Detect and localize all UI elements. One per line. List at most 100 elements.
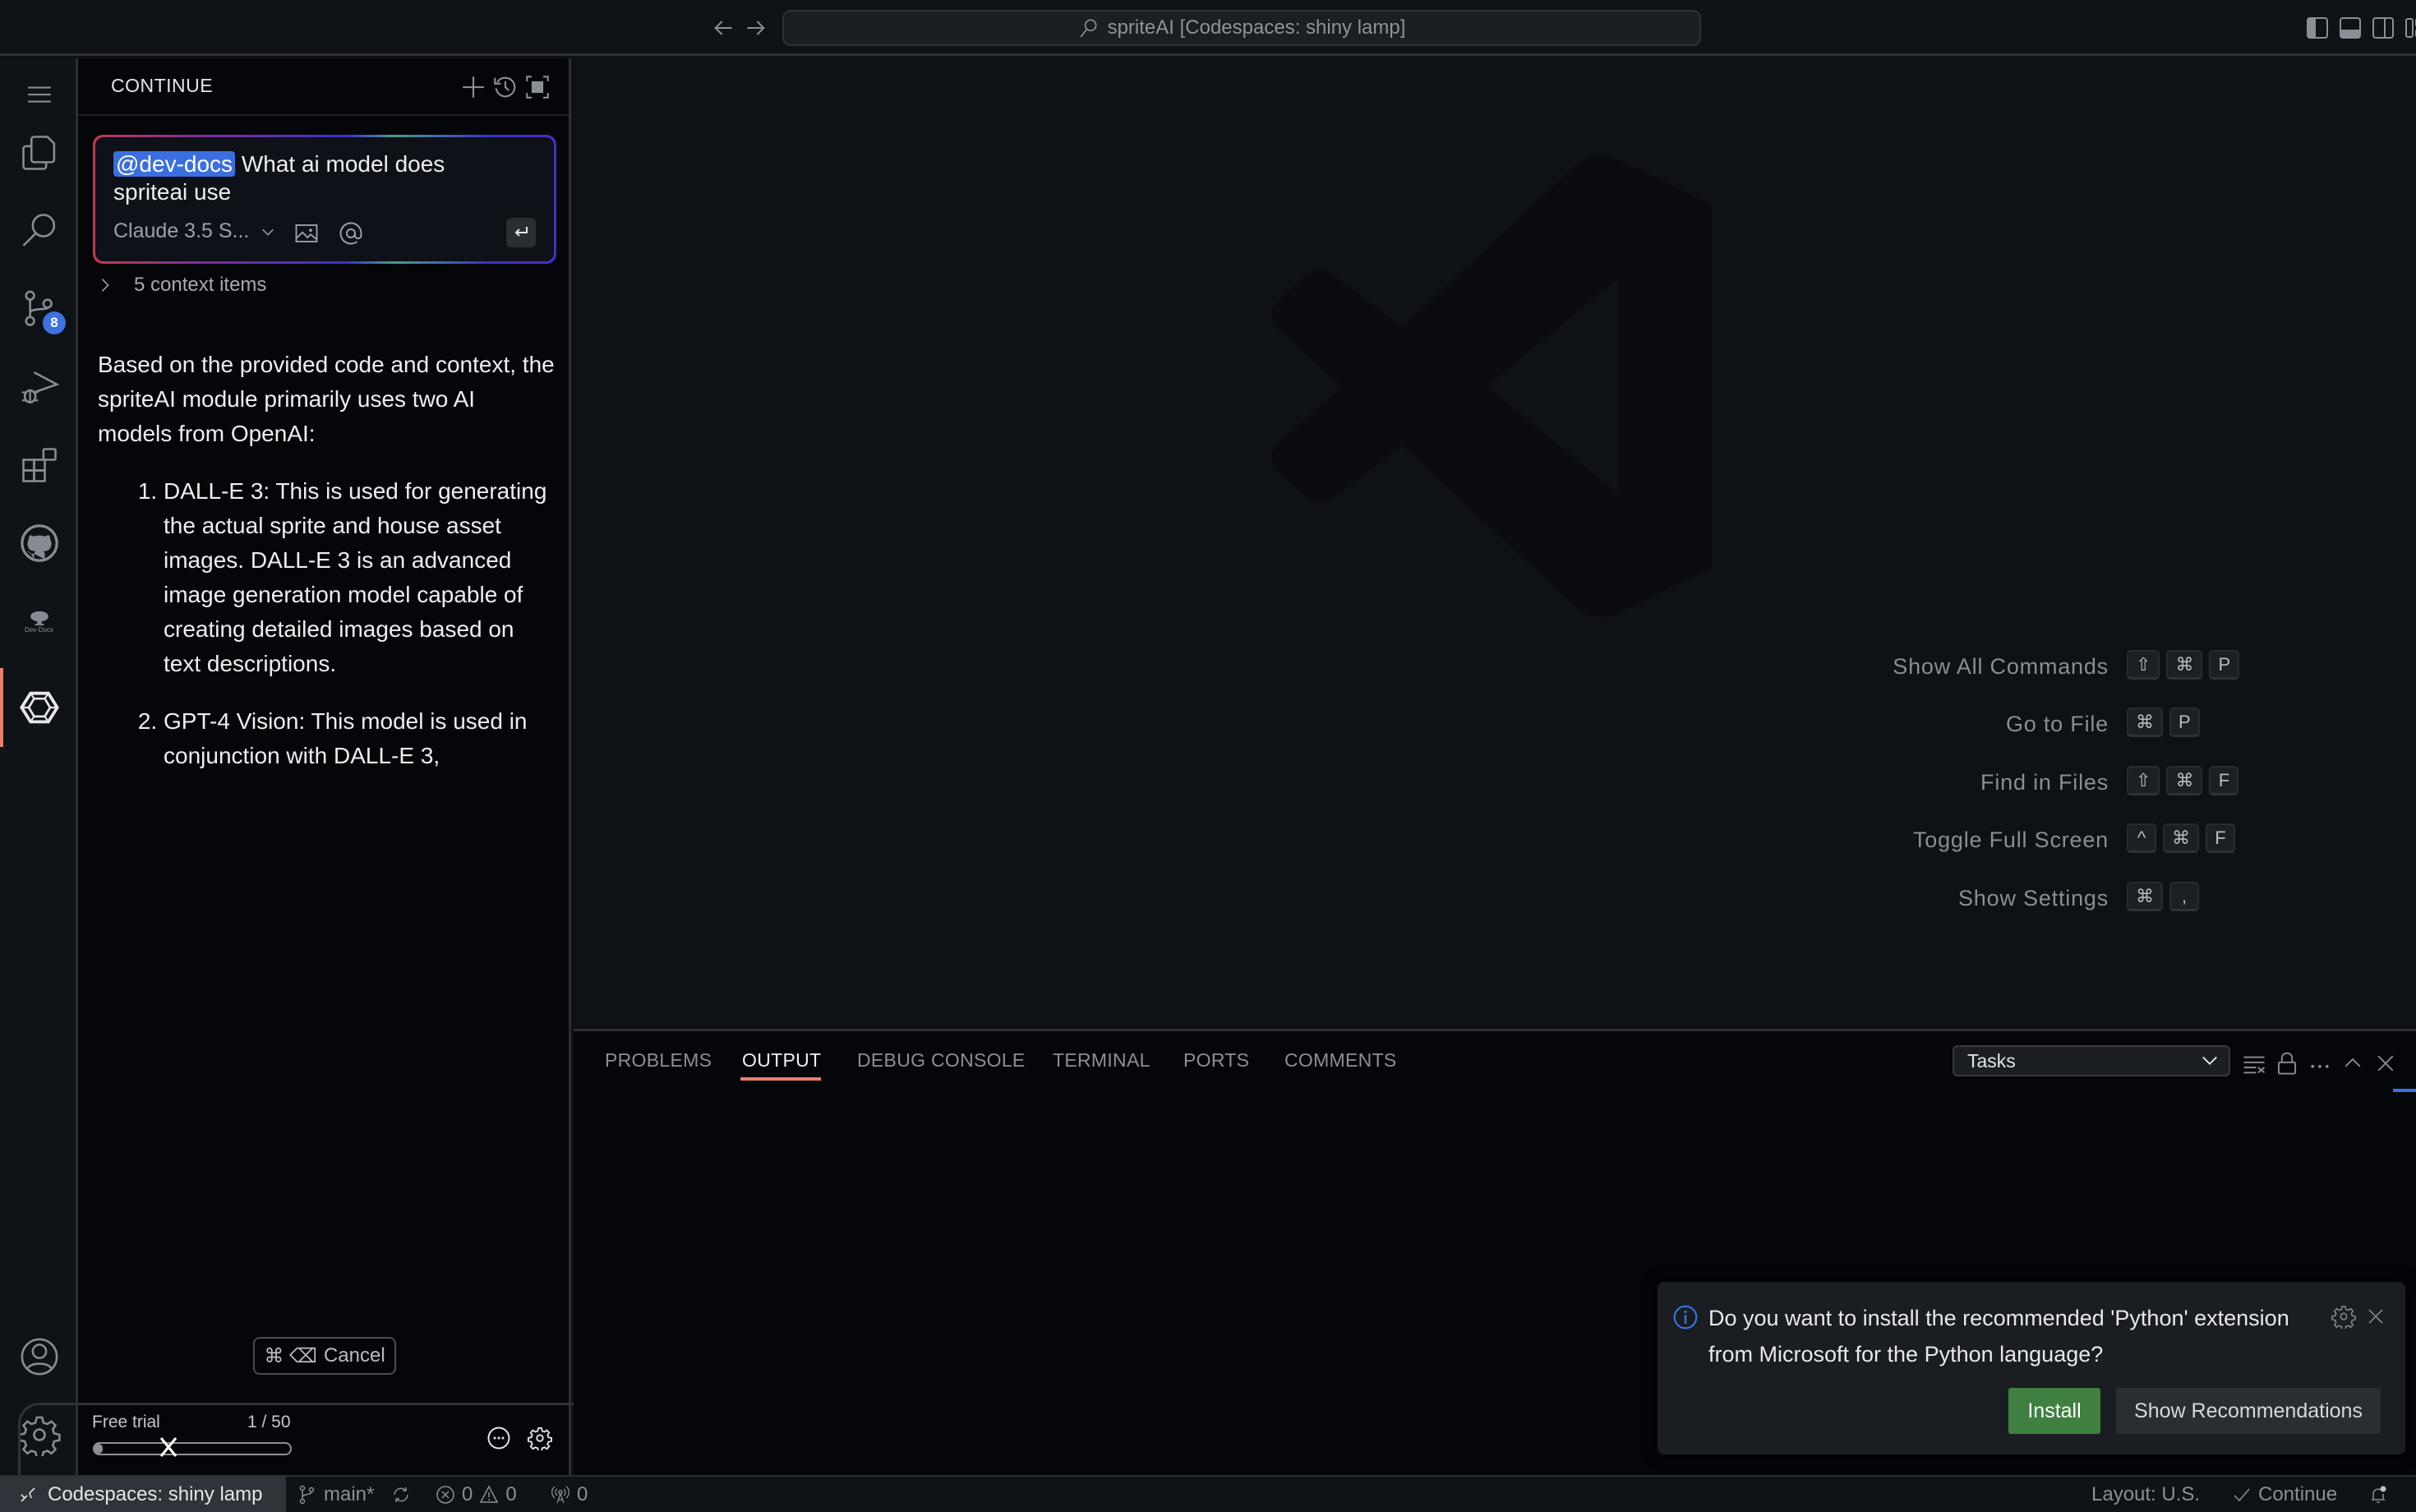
output-channel-select[interactable]: Tasks bbox=[1953, 1045, 2230, 1076]
fullscreen-button[interactable] bbox=[523, 73, 551, 101]
notification-close-button[interactable] bbox=[2366, 1307, 2386, 1326]
free-trial-progress bbox=[93, 1442, 292, 1455]
menu-button[interactable] bbox=[0, 66, 78, 123]
shortcut-find-in-files[interactable]: Find in Files ⇧ ⌘ F bbox=[574, 766, 2239, 799]
source-control-badge: 8 bbox=[43, 311, 66, 334]
output-channel-value: Tasks bbox=[1967, 1050, 2016, 1072]
install-button[interactable]: Install bbox=[2008, 1388, 2100, 1434]
dev-docs-icon bbox=[30, 611, 48, 625]
close-panel-button[interactable] bbox=[2373, 1051, 2398, 1076]
shortcut-toggle-full-screen[interactable]: Toggle Full Screen ^ ⌘ F bbox=[574, 823, 2235, 856]
dev-docs-label: Dev-Docs bbox=[24, 625, 54, 634]
account-icon bbox=[21, 1338, 58, 1376]
hamburger-icon bbox=[27, 86, 51, 103]
new-session-button[interactable] bbox=[459, 73, 487, 101]
more-icon bbox=[2311, 1064, 2329, 1068]
continue-status[interactable]: Continue bbox=[2232, 1477, 2337, 1512]
activity-dev-docs[interactable]: Dev-Docs bbox=[0, 584, 78, 658]
fullscreen-icon bbox=[526, 76, 549, 99]
history-icon bbox=[494, 76, 516, 98]
activity-explorer[interactable] bbox=[0, 116, 78, 190]
key-cap: P bbox=[2169, 708, 2200, 737]
broadcast-icon bbox=[551, 1485, 569, 1503]
activity-extensions[interactable] bbox=[0, 428, 78, 502]
chevron-down-icon bbox=[2202, 1056, 2217, 1065]
remote-icon bbox=[21, 1487, 35, 1502]
forward-button[interactable] bbox=[743, 15, 769, 41]
activity-continue[interactable] bbox=[0, 671, 78, 744]
more-options-button[interactable] bbox=[486, 1426, 511, 1450]
shortcut-keys: ⌘ , bbox=[2127, 882, 2199, 911]
history-button[interactable] bbox=[491, 73, 519, 101]
toggle-primary-sidebar-button[interactable] bbox=[2306, 16, 2329, 39]
continue-icon bbox=[19, 691, 59, 724]
cancel-button[interactable]: ⌘ ⌫ Cancel bbox=[253, 1337, 396, 1375]
back-button[interactable] bbox=[710, 15, 736, 41]
tab-terminal[interactable]: TERMINAL bbox=[1053, 1049, 1150, 1072]
key-cap: ⌘ bbox=[2127, 708, 2163, 737]
chevron-down-icon bbox=[262, 228, 274, 236]
activity-search[interactable] bbox=[0, 194, 78, 268]
activity-run-debug[interactable] bbox=[0, 350, 78, 424]
show-recommendations-button[interactable]: Show Recommendations bbox=[2116, 1388, 2381, 1434]
activity-source-control[interactable]: 8 bbox=[0, 272, 78, 346]
more-actions-button[interactable] bbox=[2308, 1051, 2332, 1076]
activity-accounts[interactable] bbox=[0, 1320, 78, 1394]
search-icon bbox=[22, 214, 55, 247]
toggle-panel-icon bbox=[2340, 17, 2361, 39]
shortcut-show-all-commands[interactable]: Show All Commands ⇧ ⌘ P bbox=[574, 650, 2240, 683]
branch-indicator[interactable]: main* bbox=[297, 1477, 374, 1512]
chat-input-box[interactable]: @dev-docs What ai model does spriteai us… bbox=[93, 135, 556, 264]
at-mention-icon bbox=[339, 222, 362, 245]
response-list: DALL-E 3: This is used for generating th… bbox=[98, 474, 555, 773]
customize-layout-button[interactable] bbox=[2404, 16, 2416, 39]
command-center-search[interactable]: spriteAI [Codespaces: shiny lamp] bbox=[782, 10, 1701, 46]
clear-output-button[interactable] bbox=[2242, 1051, 2266, 1076]
activity-github[interactable] bbox=[0, 506, 78, 580]
search-icon bbox=[1080, 19, 1097, 38]
tab-ports[interactable]: PORTS bbox=[1183, 1049, 1249, 1072]
sync-icon bbox=[394, 1487, 408, 1502]
free-trial-count: 1 / 50 bbox=[247, 1413, 291, 1431]
notification-message: Do you want to install the recommended '… bbox=[1708, 1306, 2289, 1367]
chevron-right-icon bbox=[101, 279, 109, 292]
shortcut-show-settings[interactable]: Show Settings ⌘ , bbox=[574, 882, 2199, 915]
warning-icon bbox=[480, 1484, 499, 1503]
response-list-item: DALL-E 3: This is used for generating th… bbox=[164, 474, 555, 681]
keyboard-layout-indicator[interactable]: Layout: U.S. bbox=[2091, 1477, 2200, 1512]
toggle-panel-button[interactable] bbox=[2339, 16, 2362, 39]
tab-comments[interactable]: COMMENTS bbox=[1284, 1049, 1397, 1072]
notifications-button[interactable] bbox=[2368, 1477, 2388, 1512]
remote-indicator[interactable]: Codespaces: shiny lamp bbox=[0, 1477, 286, 1512]
maximize-panel-button[interactable] bbox=[2340, 1051, 2365, 1076]
ports-indicator[interactable]: 0 bbox=[551, 1477, 588, 1512]
toggle-secondary-sidebar-button[interactable] bbox=[2372, 16, 2395, 39]
context-items-toggle[interactable]: 5 context items bbox=[96, 274, 266, 297]
sync-button[interactable] bbox=[391, 1477, 411, 1512]
tab-problems[interactable]: PROBLEMS bbox=[605, 1049, 712, 1072]
cancel-shortcut: ⌘ ⌫ bbox=[264, 1344, 317, 1367]
problems-indicator[interactable]: 0 0 bbox=[436, 1477, 517, 1512]
free-trial-label: Free trial bbox=[92, 1413, 160, 1431]
shortcut-keys: ⇧ ⌘ F bbox=[2127, 766, 2239, 795]
sidebar-header: CONTINUE bbox=[78, 58, 569, 116]
attach-image-button[interactable] bbox=[294, 221, 320, 246]
tab-output[interactable]: OUTPUT bbox=[742, 1049, 821, 1072]
continue-settings-button[interactable] bbox=[528, 1426, 552, 1450]
chat-input-text[interactable]: @dev-docs What ai model does spriteai us… bbox=[113, 150, 524, 206]
shortcut-go-to-file[interactable]: Go to File ⌘ P bbox=[574, 708, 2200, 740]
submit-button[interactable] bbox=[506, 218, 536, 247]
toggle-primary-sidebar-icon bbox=[2307, 17, 2328, 39]
key-cap: ⌘ bbox=[2163, 823, 2199, 853]
tab-debug-console[interactable]: DEBUG CONSOLE bbox=[857, 1049, 1026, 1072]
extensions-icon bbox=[21, 448, 57, 482]
lock-scroll-button[interactable] bbox=[2275, 1051, 2299, 1076]
notification-settings-button[interactable] bbox=[2331, 1304, 2356, 1329]
gear-icon bbox=[528, 1427, 552, 1450]
at-mention-button[interactable] bbox=[339, 221, 365, 246]
remote-label: Codespaces: shiny lamp bbox=[48, 1482, 263, 1505]
arrow-right-icon bbox=[747, 21, 765, 35]
model-selector[interactable]: Claude 3.5 S... bbox=[113, 219, 277, 243]
key-cap: P bbox=[2209, 650, 2240, 680]
close-icon bbox=[2377, 1055, 2394, 1072]
